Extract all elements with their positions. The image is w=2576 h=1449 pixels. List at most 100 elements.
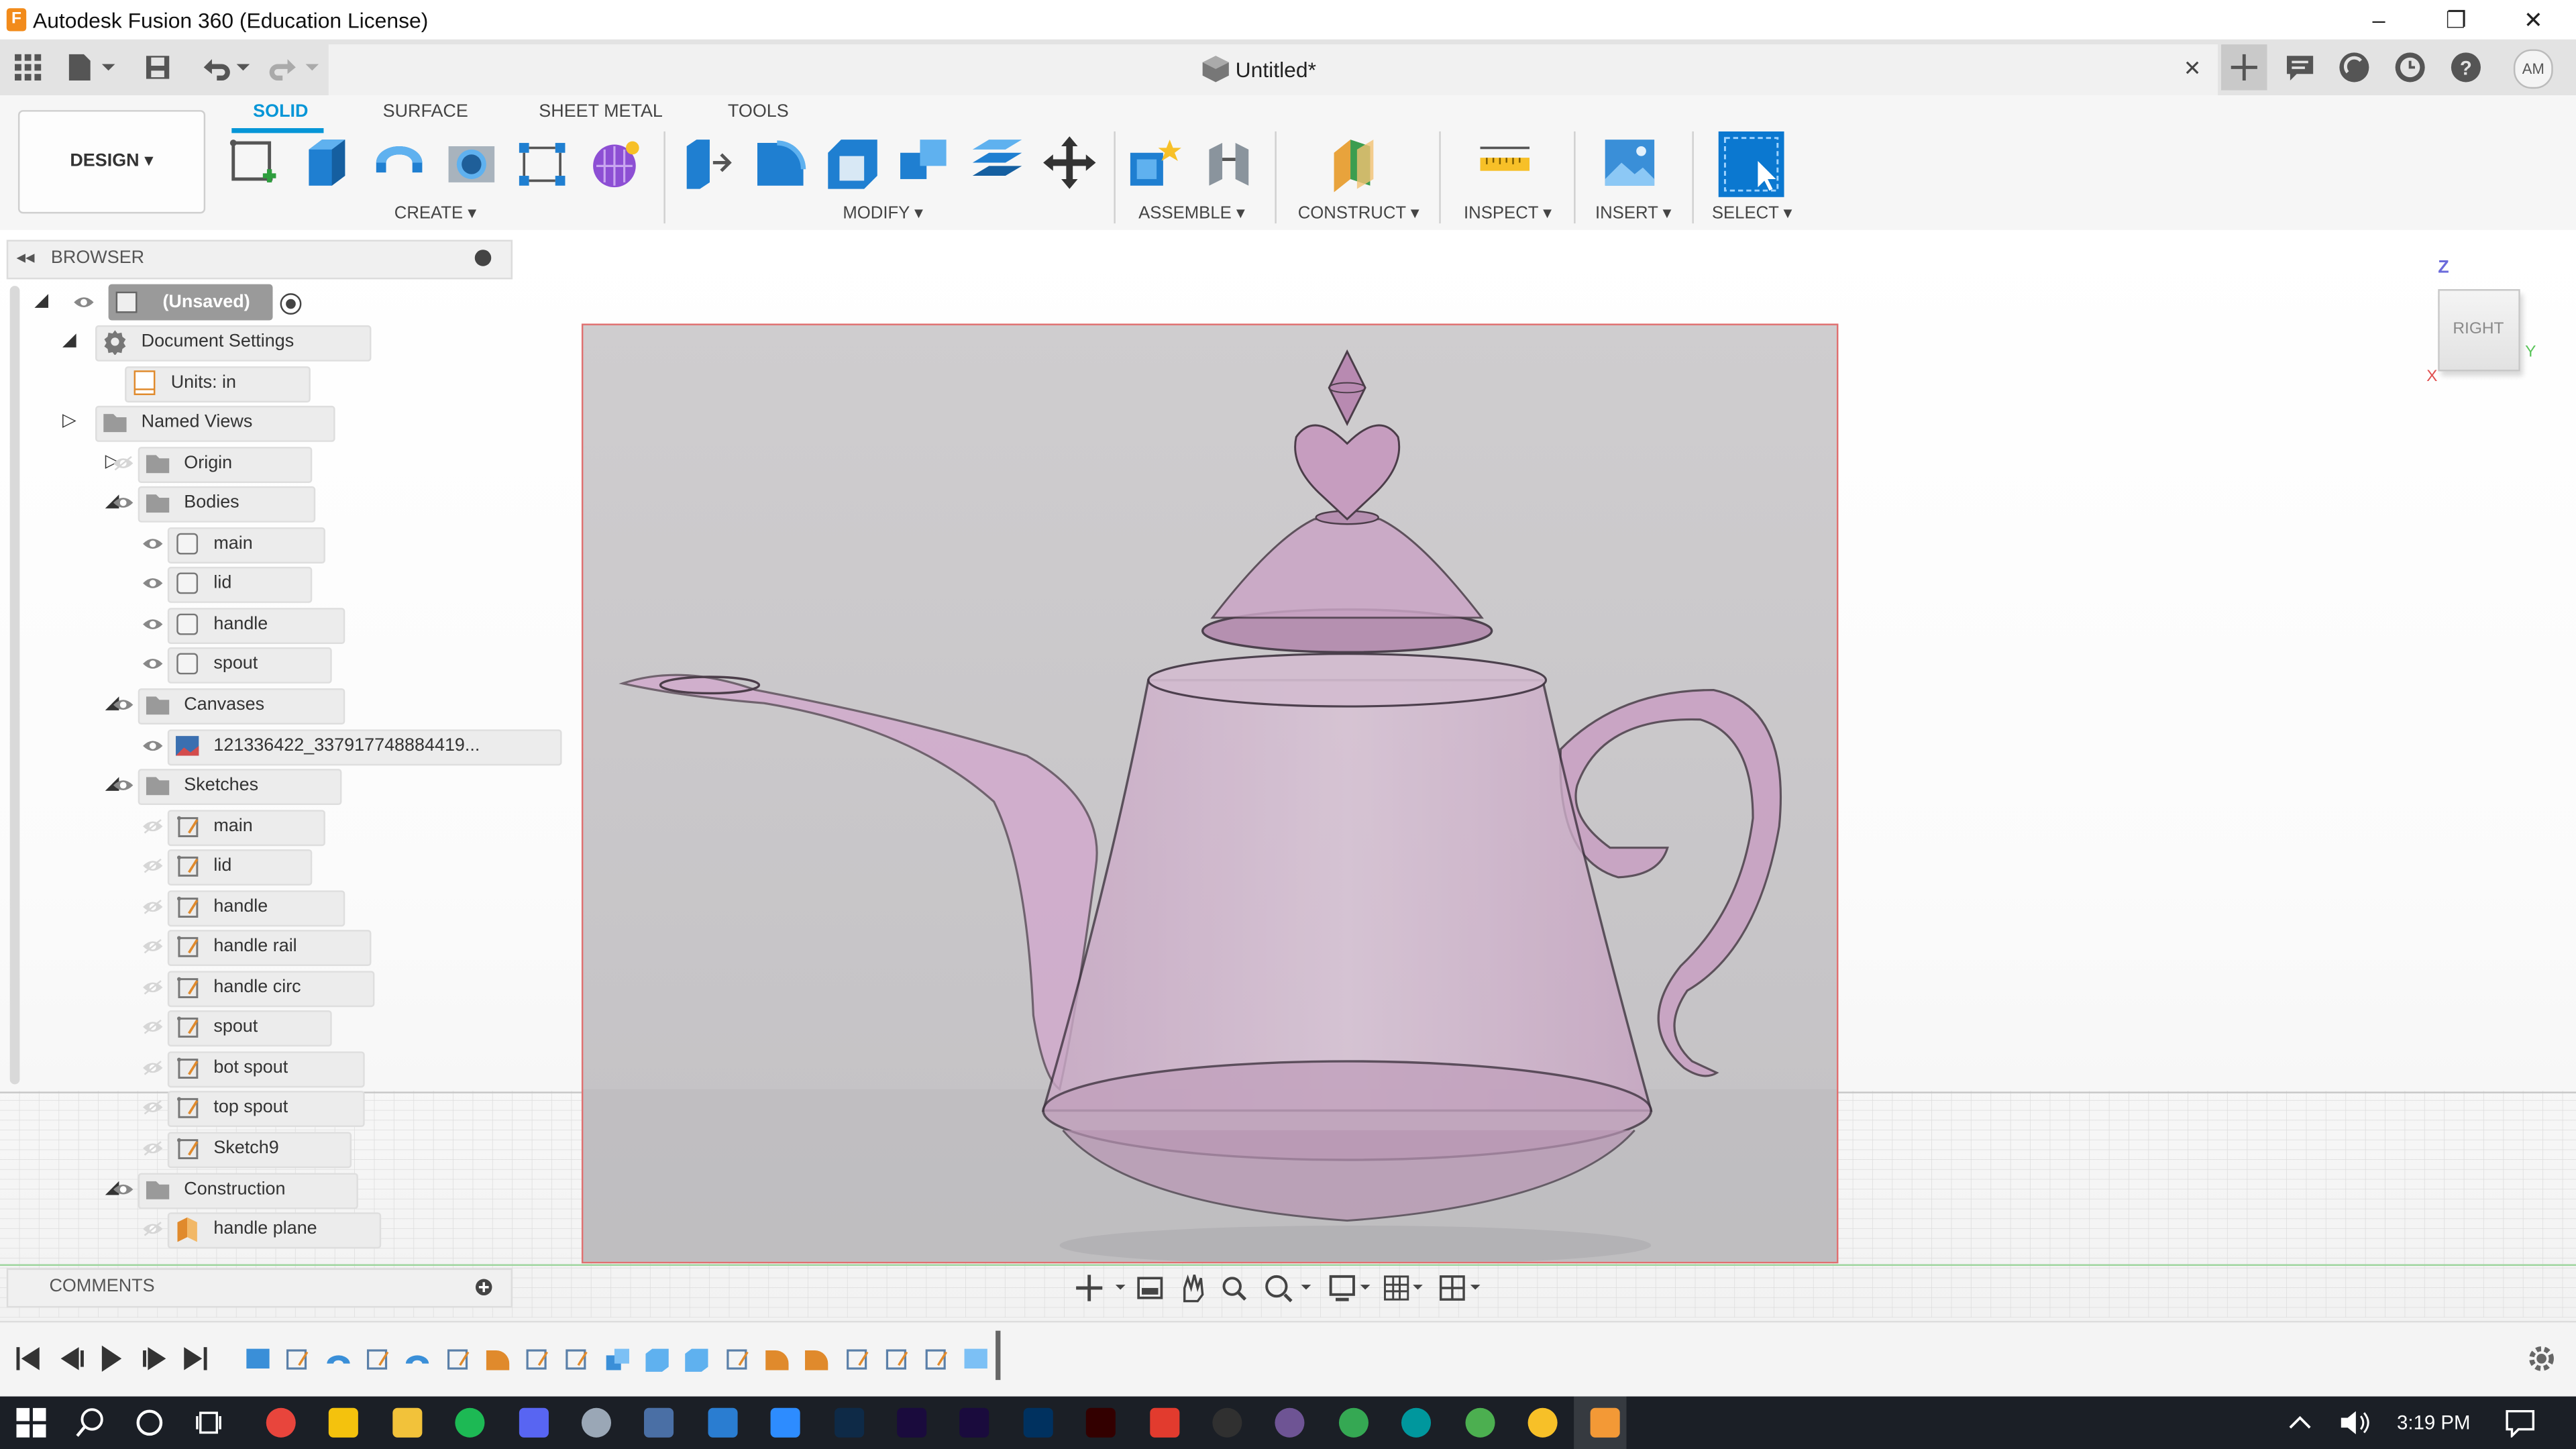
tab-surface[interactable]: SURFACE <box>383 102 468 121</box>
task-view-icon[interactable] <box>195 1408 225 1438</box>
timeline-feature-sketch-icon[interactable] <box>922 1344 951 1377</box>
timeline-feature-sketch-icon[interactable] <box>842 1344 871 1377</box>
rectangular-pattern-icon[interactable] <box>516 133 572 192</box>
view-cube-face[interactable]: RIGHT <box>2453 321 2504 339</box>
history-clock-icon[interactable] <box>2394 51 2426 84</box>
visibility-eye-icon[interactable] <box>112 696 135 712</box>
timeline-feature-fillet-icon[interactable] <box>762 1344 792 1377</box>
restore-button[interactable]: ❐ <box>2418 0 2494 40</box>
new-tab-icon[interactable] <box>2221 44 2267 91</box>
visibility-eye-icon[interactable] <box>112 495 135 511</box>
globe-icon[interactable] <box>1464 1407 1495 1438</box>
timeline-marker-icon[interactable] <box>962 1344 991 1377</box>
audition-icon[interactable] <box>1023 1407 1053 1438</box>
browser-row[interactable]: ▷ Named Views <box>0 402 509 443</box>
offset-plane-icon[interactable] <box>1328 133 1383 193</box>
press-pull-icon[interactable] <box>680 133 736 192</box>
file-explorer-icon[interactable] <box>392 1407 422 1438</box>
timeline-settings-gear-icon[interactable] <box>2525 1342 2558 1375</box>
hole-icon[interactable] <box>443 133 499 192</box>
activate-radio-icon[interactable] <box>279 292 302 315</box>
browser-row[interactable]: handle plane <box>0 1210 509 1249</box>
timeline-feature-sketch-icon[interactable] <box>523 1344 552 1377</box>
browser-row[interactable]: ▷ Origin <box>0 443 509 483</box>
shell-icon[interactable] <box>824 133 880 192</box>
arduino-icon[interactable] <box>1401 1407 1432 1438</box>
visibility-eye-icon[interactable] <box>142 898 164 914</box>
browser-row[interactable]: Sketch9 <box>0 1128 509 1169</box>
browser-row[interactable]: main <box>0 806 509 846</box>
visibility-eye-icon[interactable] <box>112 1181 135 1197</box>
browser-row[interactable]: handle rail <box>0 927 509 967</box>
visibility-eye-icon[interactable] <box>142 535 164 551</box>
notifications-chat-icon[interactable] <box>2284 52 2316 82</box>
browser-row[interactable]: Units: in <box>0 362 509 402</box>
workspace-switcher[interactable]: DESIGN ▾ <box>17 110 206 214</box>
comments-panel[interactable]: COMMENTS <box>6 1268 513 1308</box>
visibility-eye-icon[interactable] <box>142 818 164 834</box>
action-center-icon[interactable] <box>2504 1408 2536 1438</box>
premiere-icon[interactable] <box>897 1407 927 1438</box>
mail-icon[interactable] <box>708 1407 738 1438</box>
visibility-eye-icon[interactable] <box>142 656 164 672</box>
visibility-eye-icon[interactable] <box>142 616 164 632</box>
browser-row[interactable]: bot spout <box>0 1048 509 1087</box>
collapse-browser-icon[interactable]: ◂◂ <box>16 246 34 268</box>
select-icon[interactable] <box>1718 131 1784 197</box>
help-icon[interactable]: ? <box>2449 51 2482 84</box>
inspect-group-label[interactable]: INSPECT ▾ <box>1464 204 1552 223</box>
visibility-eye-icon[interactable] <box>142 1140 164 1157</box>
browser-root-row[interactable]: ◢ (Unsaved) <box>0 282 509 322</box>
browser-row[interactable]: lid <box>0 564 509 604</box>
move-copy-icon[interactable] <box>1042 133 1097 192</box>
visibility-eye-icon[interactable] <box>142 1221 164 1237</box>
browser-row[interactable]: ◢ Bodies <box>0 483 509 523</box>
fillet-icon[interactable] <box>753 133 808 192</box>
timeline-playhead[interactable] <box>996 1330 1001 1381</box>
tab-sheet-metal[interactable]: SHEET METAL <box>539 102 663 121</box>
visibility-eye-icon[interactable] <box>142 1059 164 1075</box>
browser-row[interactable]: ◢ Canvases <box>0 685 509 724</box>
obs-icon[interactable] <box>1212 1407 1242 1438</box>
browser-row[interactable]: main <box>0 524 509 564</box>
browser-row[interactable]: handle <box>0 604 509 644</box>
taskbar-clock[interactable]: 3:19 PM <box>2397 1411 2470 1434</box>
visibility-eye-icon[interactable] <box>112 777 135 793</box>
joint-icon[interactable] <box>1203 133 1258 192</box>
combine-icon[interactable] <box>897 133 953 192</box>
timeline-feature-canvas-icon[interactable] <box>243 1344 272 1377</box>
timeline-feature-body-icon[interactable] <box>323 1344 352 1377</box>
timeline-feature-sketch-icon[interactable] <box>283 1344 313 1377</box>
zoom-icon[interactable] <box>771 1407 801 1438</box>
cortana-icon[interactable] <box>135 1408 164 1438</box>
view-cube[interactable]: RIGHT <box>2438 289 2520 372</box>
timeline-feature-sketch-icon[interactable] <box>563 1344 592 1377</box>
photoshop-icon[interactable] <box>834 1407 864 1438</box>
browser-row[interactable]: ◢ Document Settings <box>0 322 509 362</box>
timeline-feature-sketch-icon[interactable] <box>363 1344 392 1377</box>
save-icon[interactable] <box>143 52 172 82</box>
visibility-eye-icon[interactable] <box>142 1019 164 1035</box>
gaming-icon[interactable] <box>1338 1407 1368 1438</box>
expand-triangle-icon[interactable]: ▷ <box>62 409 76 430</box>
data-panel-grid-icon[interactable] <box>13 52 43 82</box>
browser-row[interactable]: spout <box>0 645 509 684</box>
volume-icon[interactable] <box>2338 1408 2371 1438</box>
visibility-eye-icon[interactable] <box>142 979 164 995</box>
redo-icon[interactable] <box>266 52 322 82</box>
insert-canvas-icon[interactable] <box>1602 133 1658 192</box>
revolve-icon[interactable] <box>371 133 427 192</box>
assemble-group-label[interactable]: ASSEMBLE ▾ <box>1138 204 1245 223</box>
add-comment-icon[interactable] <box>475 1278 493 1296</box>
spotify-icon[interactable] <box>455 1407 485 1438</box>
create-sketch-icon[interactable] <box>227 133 282 192</box>
construct-group-label[interactable]: CONSTRUCT ▾ <box>1298 204 1419 223</box>
timeline-feature-sketch-icon[interactable] <box>443 1344 472 1377</box>
browser-row[interactable]: top spout <box>0 1088 509 1128</box>
chrome-icon[interactable] <box>266 1407 296 1438</box>
browser-row[interactable]: ◢ Construction <box>0 1169 509 1209</box>
windows-start-icon[interactable] <box>16 1407 46 1438</box>
close-window-button[interactable]: ✕ <box>2496 0 2571 40</box>
collapse-triangle-icon[interactable]: ◢ <box>62 329 76 350</box>
new-component-icon[interactable] <box>1127 133 1183 192</box>
